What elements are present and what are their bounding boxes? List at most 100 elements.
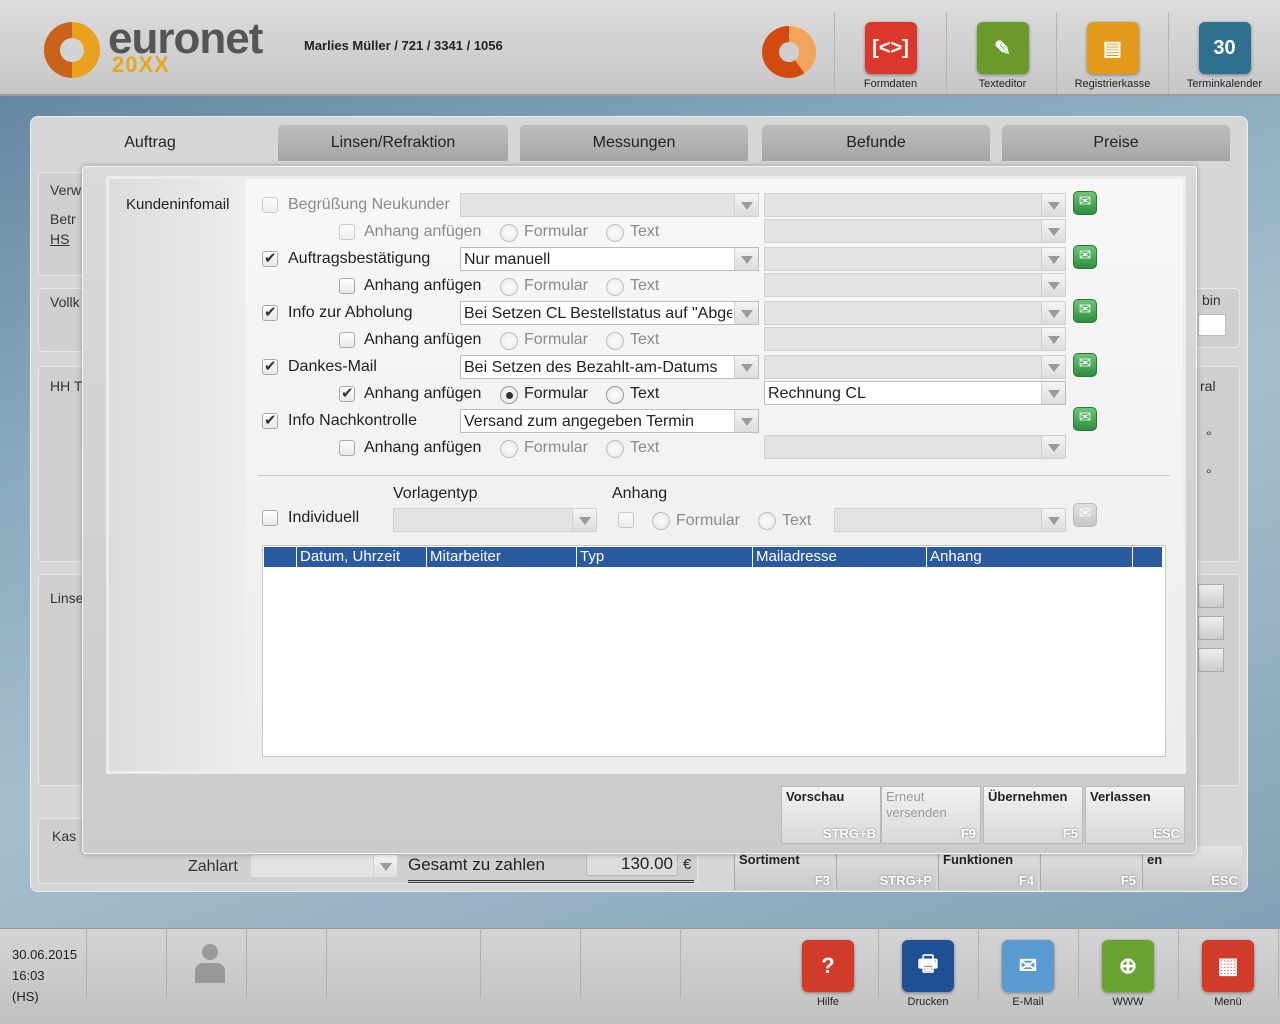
col-anhang[interactable]: Anhang xyxy=(926,547,1132,567)
row-3-trigger-dropdown[interactable]: Bei Setzen des Bezahlt-am-Datums xyxy=(460,355,759,379)
row-3-template-dropdown[interactable] xyxy=(764,355,1066,379)
row-4-attach-dropdown[interactable] xyxy=(764,435,1066,459)
row-0-attach-checkbox[interactable] xyxy=(339,224,355,240)
individuell-anhang-dropdown[interactable] xyxy=(834,508,1066,532)
footer-button-label: WWW xyxy=(1112,996,1144,1008)
tab-messungen[interactable]: Messungen xyxy=(520,125,748,161)
erneut-versenden-button[interactable]: Erneut versenden F9 xyxy=(881,786,981,844)
row-1-checkbox[interactable] xyxy=(262,249,278,267)
row-0-checkbox[interactable] xyxy=(262,197,278,213)
bg-label-kas: Kas xyxy=(52,828,77,844)
row-1-label: Auftragsbestätigung xyxy=(288,250,431,267)
row-0-attach-label: Anhang anfügen xyxy=(364,223,482,240)
row-3-attach-checkbox[interactable] xyxy=(339,384,355,402)
toolbar-label: Registrierkasse xyxy=(1074,78,1151,90)
individuell-send-mail-icon[interactable]: ✉ xyxy=(1073,503,1097,527)
row-1-send-mail-icon[interactable]: ✉ xyxy=(1073,245,1097,269)
row-0-trigger-dropdown[interactable] xyxy=(460,193,759,217)
individuell-anhang-checkbox[interactable] xyxy=(618,512,634,528)
row-0-radio-formular[interactable] xyxy=(500,224,518,242)
footer-button-men[interactable]: ▦ Menü xyxy=(1178,940,1278,1008)
form-data-icon: [<>] xyxy=(864,22,917,74)
row-2-label: Info zur Abholung xyxy=(288,304,413,321)
cash-register-icon: ▤ xyxy=(1086,22,1139,74)
col-datum[interactable]: Datum, Uhrzeit xyxy=(296,547,426,567)
tab-preise[interactable]: Preise xyxy=(1002,125,1230,161)
zahlart-dropdown[interactable] xyxy=(250,854,398,878)
row-4-radio-text[interactable] xyxy=(606,440,624,458)
row-3-radio-text[interactable] xyxy=(606,386,624,404)
row-0-template-dropdown[interactable] xyxy=(764,193,1066,217)
row-2-checkbox[interactable] xyxy=(262,303,278,321)
pencil-icon: ✎ xyxy=(976,22,1029,74)
col-typ[interactable]: Typ xyxy=(576,547,752,567)
row-4-attach-checkbox[interactable] xyxy=(339,440,355,456)
tab-linsen-refraktion[interactable]: Linsen/Refraktion xyxy=(278,125,508,161)
bg-label-bin: bin xyxy=(1202,292,1221,308)
footer-button-email[interactable]: ✉ E-Mail xyxy=(978,940,1078,1008)
row-0-label: Begrüßung Neukunder xyxy=(288,196,450,213)
individuell-label: Individuell xyxy=(288,509,360,526)
individuell-radio-formular[interactable] xyxy=(652,512,670,530)
row-2-send-mail-icon[interactable]: ✉ xyxy=(1073,299,1097,323)
row-2-attach-checkbox[interactable] xyxy=(339,332,355,348)
bg-label-verw: Verw xyxy=(50,182,82,198)
row-3-radio-formular[interactable] xyxy=(500,386,518,404)
row-2-radio-text[interactable] xyxy=(606,332,624,350)
row-3-send-mail-icon[interactable]: ✉ xyxy=(1073,353,1097,377)
row-4-checkbox[interactable] xyxy=(262,411,278,429)
tab-auftrag[interactable]: Auftrag xyxy=(34,125,266,161)
row-4-attach-label: Anhang anfügen xyxy=(364,439,482,456)
row-1-trigger-dropdown[interactable]: Nur manuell xyxy=(460,247,759,271)
bg-label-linse: Linse xyxy=(50,590,84,606)
toolbar-label: Formdaten xyxy=(863,78,918,90)
row-0-radio-text[interactable] xyxy=(606,224,624,242)
tab-befunde[interactable]: Befunde xyxy=(762,125,990,161)
row-1-template-dropdown[interactable] xyxy=(764,247,1066,271)
row-2-radio-formular[interactable] xyxy=(500,332,518,350)
row-3-label: Dankes-Mail xyxy=(288,358,377,375)
globe-icon: ⊕ xyxy=(1102,940,1154,992)
row-3-attach-dropdown[interactable]: Rechnung CL xyxy=(764,381,1066,405)
row-3-checkbox[interactable] xyxy=(262,357,278,375)
row-0-send-mail-icon[interactable]: ✉ xyxy=(1073,191,1097,215)
individuell-checkbox[interactable] xyxy=(262,510,278,526)
bg-label-hs: HS xyxy=(50,231,70,247)
row-1-radio-formular[interactable] xyxy=(500,278,518,296)
col-mitarbeiter[interactable]: Mitarbeiter xyxy=(426,547,576,567)
row-4-radio-formular-label: Formular xyxy=(524,439,589,456)
bg-degree-2: ° xyxy=(1206,466,1212,482)
toolbar-button-formdaten[interactable]: [<>] Formdaten xyxy=(834,12,946,94)
uebernehmen-button[interactable]: Übernehmen F5 xyxy=(983,786,1083,844)
row-1-radio-formular-label: Formular xyxy=(524,277,589,294)
row-3-radio-formular-label: Formular xyxy=(524,385,589,402)
row-4-radio-formular[interactable] xyxy=(500,440,518,458)
euronet-logo-icon xyxy=(44,22,100,78)
individuell-radio-text[interactable] xyxy=(758,512,776,530)
row-0-attach-dropdown[interactable] xyxy=(764,219,1066,243)
col-mailadresse[interactable]: Mailadresse xyxy=(752,547,926,567)
anhang-label: Anhang xyxy=(612,485,668,502)
row-1-attach-checkbox[interactable] xyxy=(339,278,355,294)
footer-button-hilfe[interactable]: ? Hilfe xyxy=(778,940,878,1008)
bg-dropdown-1 xyxy=(1198,584,1224,608)
row-1-attach-dropdown[interactable] xyxy=(764,273,1066,297)
toolbar-button-terminkalender[interactable]: 30 Terminkalender xyxy=(1168,12,1280,94)
toolbar-button-registrierkasse[interactable]: ▤ Registrierkasse xyxy=(1056,12,1168,94)
row-2-attach-dropdown[interactable] xyxy=(764,327,1066,351)
footer-button-label: E-Mail xyxy=(1012,996,1044,1008)
sidebar-item-kundeninfomail[interactable]: Kundeninfomail xyxy=(126,196,229,213)
verlassen-button[interactable]: Verlassen ESC xyxy=(1085,786,1185,844)
user-avatar-icon[interactable] xyxy=(194,944,226,984)
footer-button-drucken[interactable]: 🖶 Drucken xyxy=(878,940,978,1008)
toolbar-button-texteditor[interactable]: ✎ Texteditor xyxy=(946,12,1058,94)
vorschau-button[interactable]: Vorschau STRG+B xyxy=(781,786,881,844)
footer-button-label: Drucken xyxy=(907,996,949,1008)
row-4-trigger-dropdown[interactable]: Versand zum angegeben Termin xyxy=(460,409,759,433)
row-2-trigger-dropdown[interactable]: Bei Setzen CL Bestellstatus auf "Abge xyxy=(460,301,759,325)
row-2-template-dropdown[interactable] xyxy=(764,301,1066,325)
row-4-send-mail-icon[interactable]: ✉ xyxy=(1073,407,1097,431)
row-1-radio-text[interactable] xyxy=(606,278,624,296)
footer-button-www[interactable]: ⊕ WWW xyxy=(1078,940,1178,1008)
vorlagentyp-dropdown[interactable] xyxy=(393,508,597,532)
